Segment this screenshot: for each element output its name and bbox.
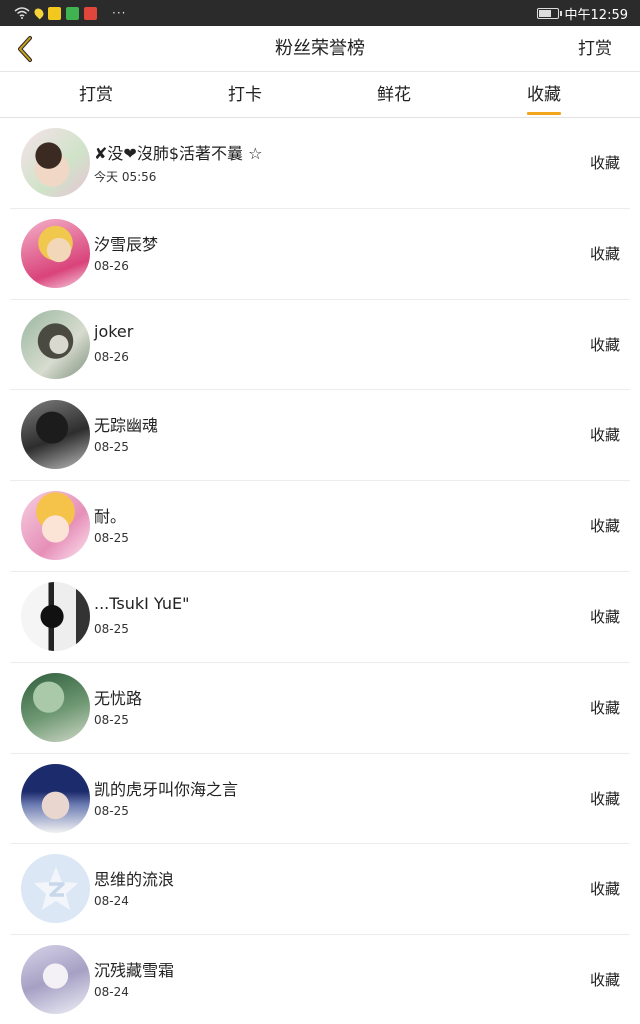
list-item[interactable]: ✘没❤沒肺$活著不曩 ☆ 今天 05:56 收藏 <box>10 118 630 209</box>
avatar[interactable] <box>21 945 90 1015</box>
list-item[interactable]: 思维的流浪 08-24 收藏 <box>10 844 630 936</box>
avatar[interactable] <box>21 854 90 924</box>
favorite-label: 收藏 <box>589 335 620 354</box>
fan-date: 08-25 <box>94 712 129 727</box>
favorite-label: 收藏 <box>589 517 620 536</box>
fan-name: 沉残藏雪霜 <box>94 961 175 981</box>
tab-favorites[interactable]: 收藏 <box>527 72 561 118</box>
list-item[interactable]: 凯的虎牙叫你海之言 08-25 收藏 <box>10 754 630 845</box>
list-item[interactable]: 无踪幽魂 08-25 收藏 <box>10 390 630 482</box>
default-avatar-icon <box>33 866 78 910</box>
fan-name: 耐。 <box>94 507 127 527</box>
avatar[interactable] <box>21 763 90 833</box>
app-notification-icon <box>48 6 61 20</box>
list-item[interactable]: joker 08-26 收藏 <box>10 300 630 391</box>
favorite-label: 收藏 <box>589 880 620 899</box>
favorite-label: 收藏 <box>589 154 620 172</box>
fan-name: 汐雪辰梦 <box>94 234 159 254</box>
avatar[interactable] <box>21 309 90 379</box>
list-item[interactable]: 耐。 08-25 收藏 <box>10 481 630 572</box>
avatar[interactable] <box>21 672 90 742</box>
fan-date: 08-25 <box>94 440 129 455</box>
wifi-icon <box>14 7 30 19</box>
avatar[interactable] <box>21 218 90 288</box>
fan-name: 无忧路 <box>94 688 143 708</box>
tab-flowers[interactable]: 鲜花 <box>377 72 411 118</box>
list-item[interactable]: ...TsukI YuE" 08-25 收藏 <box>10 572 630 663</box>
message-notification-icon <box>84 6 97 20</box>
fan-date: 08-26 <box>94 349 129 364</box>
fan-date: 08-25 <box>94 531 129 546</box>
favorite-label: 收藏 <box>589 426 620 445</box>
status-icons: ··· <box>14 6 126 20</box>
fan-date: 08-24 <box>94 894 129 909</box>
list-item[interactable]: 沉残藏雪霜 08-24 收藏 <box>10 935 630 1024</box>
tab-bar: 打赏 打卡 鲜花 收藏 <box>0 72 640 118</box>
favorite-label: 收藏 <box>589 698 620 717</box>
list-item[interactable]: 汐雪辰梦 08-26 收藏 <box>10 209 630 300</box>
fan-date: 08-24 <box>94 985 129 1000</box>
avatar[interactable] <box>21 128 90 197</box>
status-time: 中午12:59 <box>564 7 628 23</box>
tab-reward[interactable]: 打赏 <box>79 72 113 118</box>
fan-name: 凯的虎牙叫你海之言 <box>94 779 239 799</box>
page-title: 粉丝荣誉榜 <box>275 38 365 59</box>
list-item[interactable]: 无忧路 08-25 收藏 <box>10 663 630 754</box>
fan-date: 08-25 <box>94 621 129 636</box>
favorite-label: 收藏 <box>589 971 620 990</box>
avatar[interactable] <box>21 581 90 651</box>
status-bar: ··· 中午12:59 <box>0 0 640 26</box>
reward-button[interactable]: 打赏 <box>578 26 612 72</box>
fan-date: 今天 05:56 <box>94 170 157 184</box>
location-icon <box>32 6 46 20</box>
favorite-label: 收藏 <box>589 607 620 626</box>
avatar[interactable] <box>21 491 90 561</box>
favorite-label: 收藏 <box>589 789 620 808</box>
fan-name: 思维的流浪 <box>94 870 175 890</box>
fan-date: 08-25 <box>94 803 129 818</box>
fan-list: ✘没❤沒肺$活著不曩 ☆ 今天 05:56 收藏 汐雪辰梦 08-26 收藏 j… <box>0 118 640 1024</box>
more-notifications: ··· <box>112 6 127 20</box>
fan-name: joker <box>94 321 134 341</box>
favorite-label: 收藏 <box>589 244 620 263</box>
battery-icon <box>536 7 562 19</box>
tab-checkin[interactable]: 打卡 <box>228 72 262 118</box>
fan-name: 无踪幽魂 <box>94 416 159 436</box>
fan-name: ✘没❤沒肺$活著不曩 ☆ <box>94 144 263 163</box>
app-header: 粉丝荣誉榜 打赏 <box>0 26 640 72</box>
avatar[interactable] <box>21 400 90 470</box>
wechat-notification-icon <box>66 6 79 20</box>
fan-name: ...TsukI YuE" <box>94 593 190 613</box>
fan-date: 08-26 <box>94 258 129 273</box>
